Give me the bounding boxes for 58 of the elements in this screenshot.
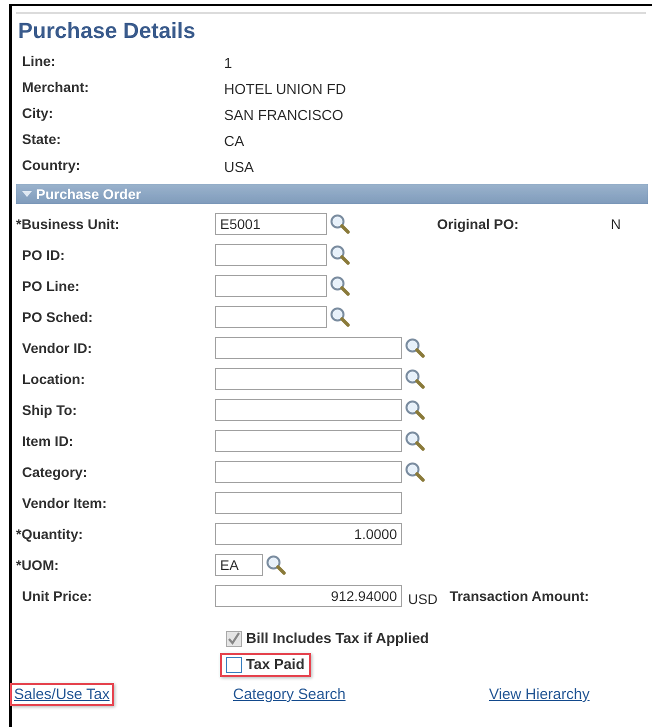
field-label: City: <box>22 105 54 121</box>
field-label: Vendor ID: <box>21 340 94 356</box>
input-field[interactable] <box>215 368 402 390</box>
input-field[interactable] <box>215 460 402 482</box>
field-value: SAN FRANCISCO <box>224 108 344 124</box>
collapse-icon <box>22 190 32 198</box>
search-icon[interactable] <box>404 398 426 420</box>
input-field[interactable] <box>215 492 402 514</box>
input-field[interactable] <box>215 336 402 358</box>
input-field[interactable] <box>215 306 327 328</box>
field-value: N <box>610 216 621 232</box>
field-label: *Quantity: <box>16 526 84 542</box>
search-icon[interactable] <box>329 212 351 234</box>
checkbox-label: Tax Paid <box>246 657 305 673</box>
link[interactable]: Sales/Use Tax <box>10 683 114 706</box>
field-label: Ship To: <box>21 402 78 418</box>
field-label: PO Sched: <box>21 308 94 324</box>
field-value: 1 <box>224 56 234 72</box>
checkbox[interactable] <box>226 657 242 673</box>
search-icon[interactable] <box>329 244 351 266</box>
field-label: Merchant: <box>22 79 90 95</box>
field-label: Category: <box>21 464 88 480</box>
search-icon[interactable] <box>329 274 351 296</box>
field-value: CA <box>224 134 246 150</box>
field-label: Original PO: <box>437 216 519 232</box>
input-field[interactable] <box>215 244 327 266</box>
search-icon[interactable] <box>404 336 426 358</box>
input-field[interactable] <box>215 430 402 452</box>
field-label: Item ID: <box>21 432 74 448</box>
field-label: Vendor Item: <box>21 494 108 510</box>
input-field[interactable] <box>215 274 327 296</box>
field-value: HOTEL UNION FD <box>224 82 347 98</box>
field-label: Country: <box>22 157 82 173</box>
field-value: USA <box>224 160 255 176</box>
field-label: PO Line: <box>21 278 81 294</box>
search-icon[interactable] <box>404 368 426 390</box>
search-icon[interactable] <box>265 554 287 576</box>
input-field[interactable]: 1.0000 <box>215 522 402 544</box>
field-label: Transaction Amount: <box>450 588 590 604</box>
field-label: Unit Price: <box>21 588 94 604</box>
field-label: PO ID: <box>21 246 66 262</box>
field-label: *UOM: <box>16 556 60 572</box>
field-label: Line: <box>22 53 56 69</box>
link[interactable]: Category Search <box>229 683 350 706</box>
search-icon[interactable] <box>329 306 351 328</box>
page-title: Purchase Details <box>18 18 196 44</box>
input-field[interactable]: E5001 <box>215 212 327 234</box>
link[interactable]: View Hierarchy <box>485 683 594 706</box>
checkbox-label: Bill Includes Tax if Applied <box>246 631 429 647</box>
input-field[interactable] <box>215 398 402 420</box>
input-field[interactable]: 912.94000 <box>215 584 402 606</box>
field-label: State: <box>22 131 62 147</box>
search-icon[interactable] <box>404 430 426 452</box>
field-label: Location: <box>21 370 86 386</box>
input-field[interactable]: EA <box>215 554 263 576</box>
field-label: *Business Unit: <box>16 216 120 232</box>
currency-label: USD <box>408 590 438 606</box>
search-icon[interactable] <box>404 460 426 482</box>
